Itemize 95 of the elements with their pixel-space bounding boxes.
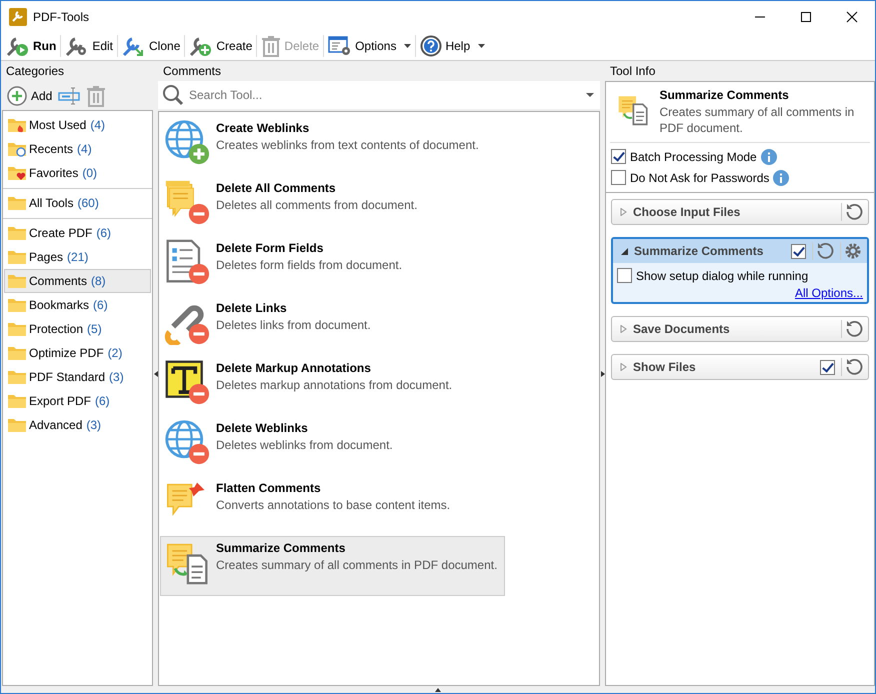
panel-title: Comments xyxy=(162,63,222,80)
tool-item[interactable]: Delete Links Deletes links from document. xyxy=(160,296,505,356)
step-title: Show Files xyxy=(633,360,696,374)
folder-icon xyxy=(7,345,27,361)
all-options-link[interactable]: All Options... xyxy=(794,286,863,300)
folder-icon xyxy=(7,249,27,265)
plus-icon[interactable] xyxy=(7,86,27,106)
checkbox[interactable] xyxy=(617,268,632,283)
folder-icon xyxy=(7,369,27,385)
settings-icon[interactable] xyxy=(840,242,862,260)
step-title: Summarize Comments xyxy=(634,244,764,258)
help-icon[interactable] xyxy=(420,35,442,57)
search-field[interactable]: Search Tool... xyxy=(187,87,583,103)
category-item[interactable]: Comments (8) xyxy=(4,269,151,293)
folder-icon xyxy=(7,141,27,157)
toolbar-button[interactable]: Create xyxy=(187,33,254,59)
reset-icon[interactable] xyxy=(841,358,863,376)
category-item[interactable]: Favorites (0) xyxy=(4,161,151,185)
add-button[interactable]: Add xyxy=(5,86,54,106)
toolbar-button[interactable]: Options xyxy=(326,33,414,59)
info-icon[interactable] xyxy=(773,170,790,186)
window-title: PDF-Tools xyxy=(33,10,90,24)
option-label: Show setup dialog while running xyxy=(636,268,808,282)
folder-icon xyxy=(7,321,27,337)
tool-description: Creates summary of all comments in PDF document. xyxy=(659,104,856,136)
expand-triangle-icon[interactable] xyxy=(621,247,628,255)
close-icon[interactable] xyxy=(846,10,858,22)
tool-item[interactable]: Delete Form Fields Deletes form fields from document. xyxy=(160,236,505,296)
comments-minus-icon xyxy=(164,179,210,225)
globe-plus-icon xyxy=(164,119,210,165)
app-logo-icon xyxy=(9,8,27,26)
category-item[interactable]: All Tools (60) xyxy=(4,191,151,215)
caret-icon[interactable] xyxy=(404,44,412,48)
category-item[interactable]: Protection (5) xyxy=(4,317,151,341)
info-icon[interactable] xyxy=(760,148,777,164)
category-item[interactable]: Pages (21) xyxy=(4,245,151,269)
category-item[interactable]: PDF Standard (3) xyxy=(4,365,151,389)
collapse-arrow-icon[interactable] xyxy=(435,688,441,692)
rename-icon[interactable] xyxy=(58,86,82,106)
reset-icon[interactable] xyxy=(841,203,863,221)
text-minus-icon xyxy=(164,359,210,405)
folder-icon xyxy=(7,417,27,433)
search-icon xyxy=(162,84,184,106)
wrench-play-icon[interactable] xyxy=(6,35,30,57)
panel-title: Categories xyxy=(5,63,66,80)
reset-icon[interactable] xyxy=(812,242,834,260)
toolbar-button[interactable]: Clone xyxy=(120,33,182,59)
checkbox[interactable] xyxy=(791,244,806,258)
folder-icon xyxy=(7,273,27,289)
folder-icon xyxy=(7,165,27,181)
category-item[interactable]: Recents (4) xyxy=(4,137,151,161)
option-label: Batch Processing Mode xyxy=(630,150,757,164)
category-item[interactable]: Most Used (4) xyxy=(4,113,151,137)
step-title: Choose Input Files xyxy=(633,205,740,219)
folder-icon xyxy=(7,393,27,409)
checkbox[interactable] xyxy=(611,149,626,164)
folder-icon xyxy=(7,117,27,133)
tool-item[interactable]: Delete Markup Annotations Deletes markup annotations from document. xyxy=(160,356,505,416)
step-title: Save Documents xyxy=(633,322,730,336)
tool-item[interactable]: Summarize Comments Creates summary of all comments in PDF document. xyxy=(160,536,505,596)
maximize-icon[interactable] xyxy=(800,10,812,22)
toolbar-button[interactable]: Help xyxy=(418,33,488,59)
tool-item[interactable]: Flatten Comments Converts annotations to base content items. xyxy=(160,476,505,536)
option-label: Do Not Ask for Passwords xyxy=(630,170,770,184)
step-panel[interactable]: Save Documents xyxy=(611,316,869,342)
tool-item[interactable]: Delete Weblinks Deletes weblinks from document. xyxy=(160,416,505,476)
category-item[interactable]: Advanced (3) xyxy=(4,413,151,437)
settings-window-icon[interactable] xyxy=(328,35,352,57)
step-panel[interactable]: Choose Input Files xyxy=(611,199,869,225)
search-box[interactable]: Search Tool... xyxy=(158,81,600,109)
caret-icon[interactable] xyxy=(478,44,486,48)
checkbox[interactable] xyxy=(611,170,626,185)
category-item[interactable]: Optimize PDF (2) xyxy=(4,341,151,365)
panel-title: Tool Info xyxy=(609,63,656,80)
tool-item[interactable]: Delete All Comments Deletes all comments from document. xyxy=(160,176,505,236)
tool-item[interactable]: Create Weblinks Creates weblinks from text contents of document. xyxy=(160,116,505,176)
toolbar-button[interactable]: Run xyxy=(4,33,58,59)
wrench-plus-icon[interactable] xyxy=(189,35,214,57)
collapse-arrow-icon[interactable] xyxy=(600,370,604,376)
folder-icon xyxy=(7,195,27,211)
category-item[interactable]: Export PDF (6) xyxy=(4,389,151,413)
folder-icon xyxy=(7,297,27,313)
toolbar-button[interactable]: Edit xyxy=(63,33,116,59)
folder-icon xyxy=(7,225,27,241)
tool-name: Summarize Comments xyxy=(659,88,790,102)
collapse-arrow-icon[interactable] xyxy=(154,370,158,376)
category-item[interactable]: Create PDF (6) xyxy=(4,221,151,245)
step-panel[interactable]: Summarize Comments Show setup dialog while running All Options... xyxy=(611,237,869,304)
category-item[interactable]: Bookmarks (6) xyxy=(4,293,151,317)
checkbox[interactable] xyxy=(820,360,835,374)
reset-icon[interactable] xyxy=(841,320,863,338)
dropdown-caret-icon[interactable] xyxy=(586,93,594,97)
globe-minus-icon xyxy=(164,419,210,465)
step-panel[interactable]: Show Files xyxy=(611,354,869,380)
form-minus-icon xyxy=(164,239,210,285)
